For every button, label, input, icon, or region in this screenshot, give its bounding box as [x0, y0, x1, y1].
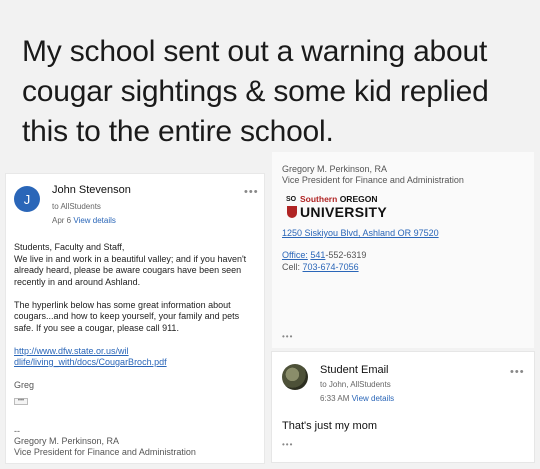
more-options-icon[interactable]: ••• [244, 186, 259, 198]
caption-line-3: this to the entire school. [22, 115, 334, 148]
cell-phone: Cell: 703-674-7056 [282, 262, 359, 274]
office-label[interactable]: Office: [282, 250, 308, 260]
paragraph-hyperlink-info: The hyperlink below has some great infor… [14, 299, 240, 333]
paragraph-warning: We live in and work in a beautiful valle… [14, 253, 247, 287]
caption-line-1: My school sent out a warning about [22, 35, 488, 68]
signature-header: Gregory M. Perkinson, RA Vice President … [282, 164, 464, 186]
avatar-letter: J [23, 191, 31, 207]
office-phone: Office: 541-552-6319 [282, 250, 366, 262]
sender-name[interactable]: John Stevenson [52, 184, 131, 196]
more-icon[interactable]: ••• [282, 332, 293, 341]
shield-icon [287, 206, 297, 218]
reply-collapse-icon[interactable]: ••• [282, 440, 293, 449]
reply-time-row: 6:33 AM View details [320, 394, 394, 403]
signature-card: Gregory M. Perkinson, RA Vice President … [272, 152, 534, 348]
view-details-link[interactable]: View details [73, 216, 116, 225]
signature-name: Gregory M. Perkinson, RA [14, 436, 120, 446]
reply-email-card: Student Email to John, AllStudents 6:33 … [272, 352, 534, 462]
sign-off: Greg [14, 380, 35, 390]
logo-southern-oregon: Southern OREGON [300, 194, 377, 204]
reply-sender-avatar[interactable] [282, 364, 308, 390]
email-date: Apr 6 [52, 216, 72, 225]
cell-label: Cell: [282, 262, 301, 272]
logo-southern: Southern [300, 194, 338, 204]
greeting: Students, Faculty and Staff, [14, 242, 125, 252]
logo-oregon: OREGON [339, 194, 378, 204]
reply-view-details-link[interactable]: View details [352, 394, 395, 403]
original-email-card: J John Stevenson to AllStudents Apr 6 Vi… [6, 174, 264, 463]
meme-caption: My school sent out a warning about couga… [22, 32, 522, 152]
logo-university: UNIVERSITY [300, 204, 388, 220]
signature-block: Gregory M. Perkinson, RA Vice President … [14, 436, 196, 458]
reply-time: 6:33 AM [320, 394, 350, 403]
brochure-link-line-2[interactable]: dlife/living_with/docs/CougarBroch.pdf [14, 357, 258, 369]
address-link[interactable]: 1250 Siskiyou Blvd, Ashland OR 97520 [282, 228, 439, 240]
show-trimmed-content-button[interactable]: ••• [14, 398, 28, 405]
signature-title: Vice President for Finance and Administr… [14, 447, 196, 457]
signature-separator: -- [14, 426, 20, 436]
cell-phone-link[interactable]: 703-674-7056 [303, 262, 359, 272]
sou-logo: SO Southern OREGON UNIVERSITY [286, 194, 396, 222]
reply-sender-name[interactable]: Student Email [320, 364, 388, 376]
email-body: Students, Faculty and Staff, We live in … [14, 242, 258, 369]
office-phone-link[interactable]: 541 [310, 250, 325, 260]
brochure-link[interactable]: http://www.dfw.state.or.us/wil dlife/liv… [14, 346, 258, 369]
brochure-link-line-1[interactable]: http://www.dfw.state.or.us/wil [14, 346, 258, 358]
office-phone-rest: -552-6319 [325, 250, 367, 260]
recipients: to AllStudents [52, 202, 101, 211]
reply-recipients: to John, AllStudents [320, 380, 391, 389]
sender-avatar[interactable]: J [14, 186, 40, 212]
reply-more-options-icon[interactable]: ••• [510, 366, 525, 378]
signature-title: Vice President for Finance and Administr… [282, 175, 464, 185]
signature-name: Gregory M. Perkinson, RA [282, 164, 388, 174]
reply-message: That's just my mom [282, 420, 378, 432]
caption-line-2: cougar sightings & some kid replied [22, 75, 489, 108]
date-row: Apr 6 View details [52, 216, 116, 225]
